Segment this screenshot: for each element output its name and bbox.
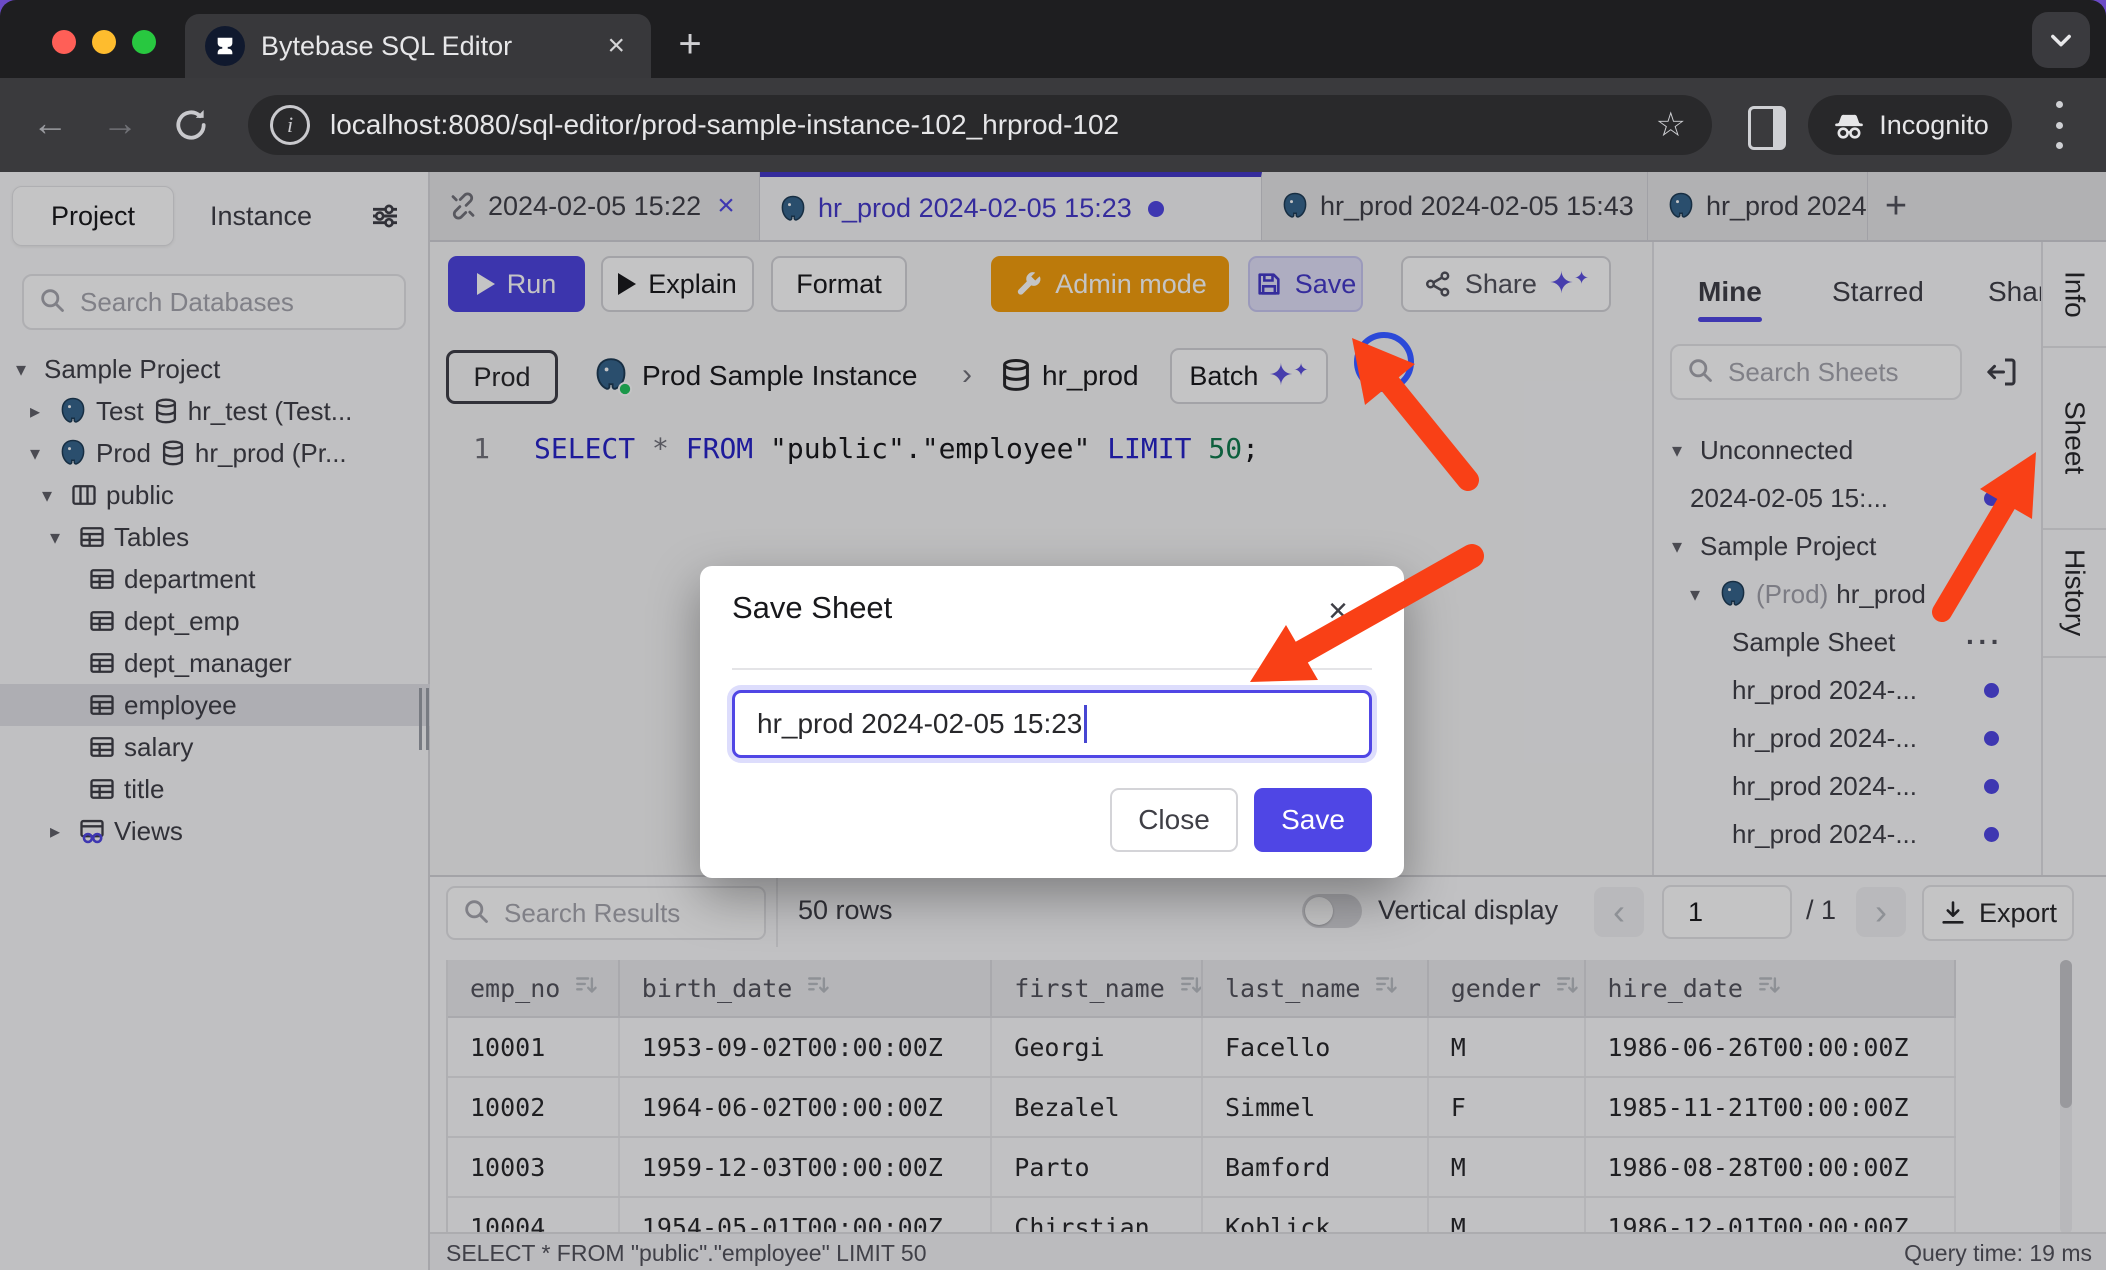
save-sheet-dialog: Save Sheet × hr_prod 2024-02-05 15:23 Cl… [700, 566, 1404, 878]
window-zoom-button[interactable] [132, 30, 156, 54]
forward-button[interactable]: → [102, 102, 138, 144]
dialog-close-button[interactable]: Close [1110, 788, 1238, 852]
incognito-icon [1831, 109, 1867, 141]
url-text: localhost:8080/sql-editor/prod-sample-in… [330, 109, 1656, 141]
dialog-save-button[interactable]: Save [1254, 788, 1372, 852]
window-close-button[interactable] [52, 30, 76, 54]
text-cursor [1084, 705, 1087, 743]
back-button[interactable]: ← [32, 102, 68, 144]
new-tab-button[interactable]: + [668, 22, 712, 66]
dialog-close-icon[interactable]: × [1328, 592, 1348, 631]
sheet-name-input[interactable]: hr_prod 2024-02-05 15:23 [732, 690, 1372, 758]
browser-menu-icon[interactable] [2056, 101, 2066, 149]
browser-chrome: Bytebase SQL Editor × + ← → i localhost:… [0, 0, 2106, 172]
bookmark-star-icon[interactable]: ☆ [1656, 105, 1686, 145]
reload-button[interactable] [172, 106, 210, 153]
dialog-title: Save Sheet [732, 590, 892, 626]
browser-tab[interactable]: Bytebase SQL Editor × [185, 14, 651, 78]
side-panel-icon[interactable] [1748, 106, 1786, 150]
divider [732, 668, 1372, 670]
browser-tabstrip: Bytebase SQL Editor × + [0, 0, 2106, 78]
browser-navbar: ← → i localhost:8080/sql-editor/prod-sam… [0, 78, 2106, 172]
incognito-badge: Incognito [1808, 95, 2012, 155]
browser-tab-close-icon[interactable]: × [607, 29, 625, 63]
site-info-icon[interactable]: i [270, 105, 310, 145]
address-bar[interactable]: i localhost:8080/sql-editor/prod-sample-… [248, 95, 1712, 155]
bytebase-favicon-icon [205, 26, 245, 66]
incognito-label: Incognito [1879, 110, 1989, 141]
window-minimize-button[interactable] [92, 30, 116, 54]
tab-search-chevron-button[interactable] [2032, 12, 2090, 68]
browser-tab-title: Bytebase SQL Editor [261, 31, 607, 62]
